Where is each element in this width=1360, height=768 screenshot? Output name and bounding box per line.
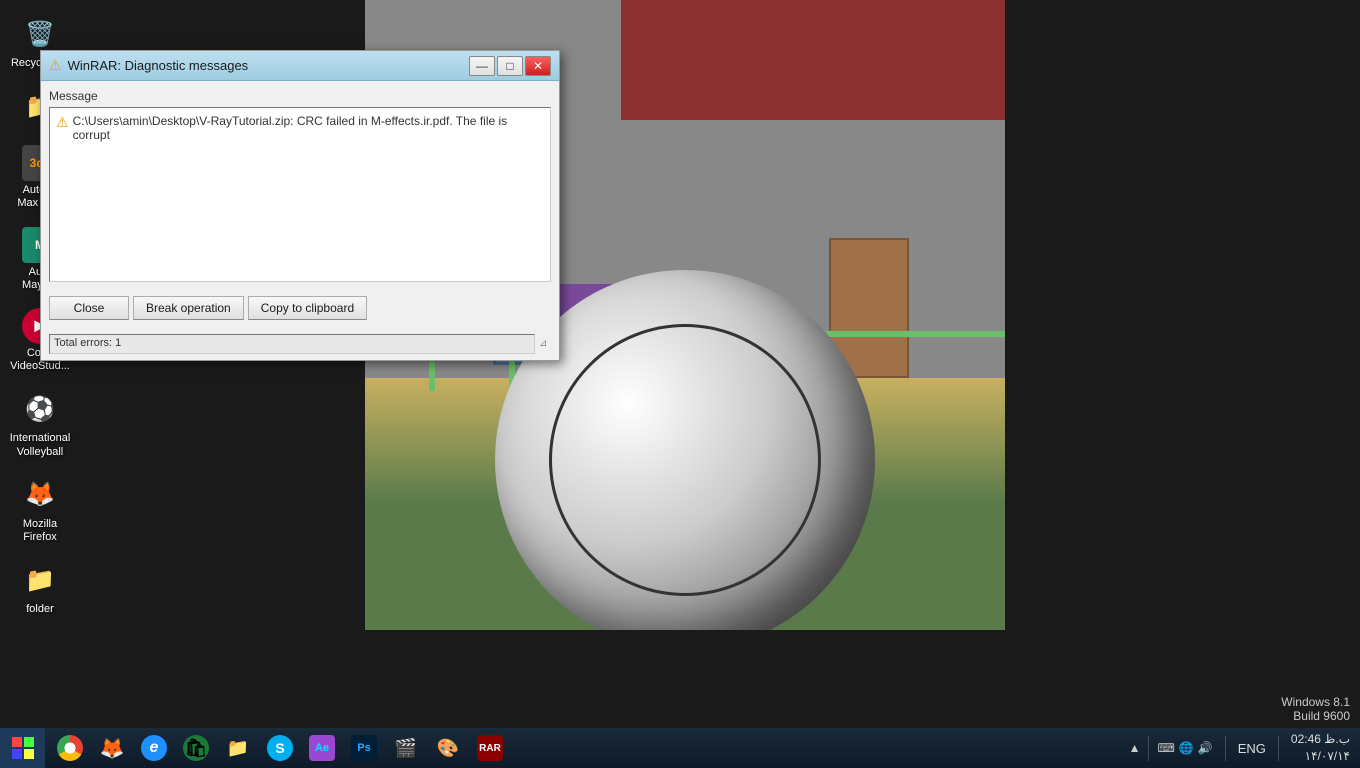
store-logo: 🛍 — [183, 735, 209, 761]
clock-date: ۱۴/۰۷/۱۴ — [1291, 748, 1350, 765]
windows-build-text: Build 9600 — [1281, 709, 1350, 723]
logo-q4 — [24, 749, 34, 759]
explorer-logo: 📁 — [225, 735, 251, 761]
windows-version-info: Windows 8.1 Build 9600 — [1281, 695, 1350, 723]
copy-clipboard-button[interactable]: Copy to clipboard — [248, 296, 367, 320]
skype-logo: S — [267, 735, 293, 761]
dialog-minimize-button[interactable]: — — [469, 56, 495, 76]
taskbar-store-icon[interactable]: 🛍 — [176, 728, 216, 768]
taskbar-studio-icon[interactable]: 🎬 — [386, 728, 426, 768]
clock-time: 02:46 ب.ظ — [1291, 731, 1350, 748]
taskbar-skype-icon[interactable]: S — [260, 728, 300, 768]
dialog-overlay: ⚠ WinRAR: Diagnostic messages — □ ✕ Mess… — [40, 50, 560, 361]
desktop-icon-volleyball[interactable]: ⚽ InternationalVolleyball — [5, 385, 75, 462]
taskbar-explorer-icon[interactable]: 📁 — [218, 728, 258, 768]
firefox-label: Mozilla Firefox — [9, 518, 71, 544]
message-warning-icon: ⚠ — [56, 114, 69, 131]
dialog-warning-icon: ⚠ — [49, 57, 62, 74]
network-icon[interactable]: 🌐 — [1179, 741, 1194, 755]
close-button[interactable]: Close — [49, 296, 129, 320]
dialog-title-text: WinRAR: Diagnostic messages — [68, 58, 469, 73]
language-indicator[interactable]: ENG — [1238, 741, 1266, 756]
message-area[interactable]: ⚠ C:\Users\amin\Desktop\V-RayTutorial.zi… — [49, 107, 551, 282]
dialog-close-button[interactable]: ✕ — [525, 56, 551, 76]
logo-q3 — [12, 749, 22, 759]
folder2-icon: 📁 — [20, 560, 60, 600]
studio-logo: 🎬 — [393, 735, 419, 761]
clock-divider — [1225, 736, 1226, 761]
dialog-restore-button[interactable]: □ — [497, 56, 523, 76]
volleyball-label: InternationalVolleyball — [10, 432, 71, 458]
taskbar-icons-area: 🦊 e 🛍 📁 S Ae Ps 🎬 — [45, 728, 1119, 768]
desktop: 🗑️ Recycle Bin 📁 3ds AutodeMax 20... M A… — [0, 0, 1360, 768]
dialog-status-bar: Total errors: 1 ⊿ — [41, 328, 559, 360]
tray-divider — [1148, 736, 1149, 761]
keyboard-icon[interactable]: ⌨ — [1157, 741, 1174, 755]
folder2-label: folder — [26, 603, 54, 616]
dialog-buttons-area: Close Break operation Copy to clipboard — [41, 290, 559, 328]
taskbar-ae-icon[interactable]: Ae — [302, 728, 342, 768]
logo-q2 — [24, 737, 34, 747]
taskbar-chrome-icon[interactable] — [50, 728, 90, 768]
dialog-content: Message ⚠ C:\Users\amin\Desktop\V-RayTut… — [41, 81, 559, 290]
tray-expand-icon[interactable]: ▲ — [1129, 741, 1141, 755]
chrome-logo — [57, 735, 83, 761]
ps-logo: Ps — [351, 735, 377, 761]
taskbar-ps-icon[interactable]: Ps — [344, 728, 384, 768]
dialog-controls: — □ ✕ — [469, 56, 551, 76]
winrar-logo: RAR — [477, 735, 503, 761]
desktop-icon-folder2[interactable]: 📁 folder — [5, 556, 75, 620]
taskbar-winrar-icon[interactable]: RAR — [470, 728, 510, 768]
taskbar-firefox-icon[interactable]: 🦊 — [92, 728, 132, 768]
message-column-header: Message — [49, 89, 551, 103]
start-button[interactable] — [0, 728, 45, 768]
resize-handle[interactable]: ⊿ — [539, 338, 551, 350]
recycle-bin-icon: 🗑️ — [20, 14, 60, 54]
lang-divider — [1278, 736, 1279, 761]
status-text: Total errors: 1 — [49, 334, 535, 354]
desktop-icon-firefox[interactable]: 🦊 Mozilla Firefox — [5, 471, 75, 548]
firefox-logo: 🦊 — [99, 735, 125, 761]
taskbar: 🦊 e 🛍 📁 S Ae Ps 🎬 — [0, 728, 1360, 768]
taskbar-paint-icon[interactable]: 🎨 — [428, 728, 468, 768]
logo-q1 — [12, 737, 22, 747]
windows-logo-icon — [12, 737, 34, 759]
dialog-titlebar: ⚠ WinRAR: Diagnostic messages — □ ✕ — [41, 51, 559, 81]
tray-icons: ▲ ⌨ 🌐 🔊 — [1129, 736, 1213, 761]
message-row: ⚠ C:\Users\amin\Desktop\V-RayTutorial.zi… — [56, 114, 544, 142]
ae-logo: Ae — [309, 735, 335, 761]
system-tray: ▲ ⌨ 🌐 🔊 ENG 02:46 ب.ظ ۱۴/۰۷/۱۴ — [1119, 728, 1360, 768]
paint-logo: 🎨 — [435, 735, 461, 761]
winrar-dialog: ⚠ WinRAR: Diagnostic messages — □ ✕ Mess… — [40, 50, 560, 361]
break-operation-button[interactable]: Break operation — [133, 296, 244, 320]
windows-version-text: Windows 8.1 — [1281, 695, 1350, 709]
firefox-icon: 🦊 — [20, 475, 60, 515]
clock-area[interactable]: 02:46 ب.ظ ۱۴/۰۷/۱۴ — [1291, 731, 1350, 765]
volume-icon[interactable]: 🔊 — [1198, 741, 1213, 755]
taskbar-ie-icon[interactable]: e — [134, 728, 174, 768]
message-text: C:\Users\amin\Desktop\V-RayTutorial.zip:… — [73, 114, 544, 142]
volleyball-icon: ⚽ — [20, 389, 60, 429]
ie-logo: e — [141, 735, 167, 761]
